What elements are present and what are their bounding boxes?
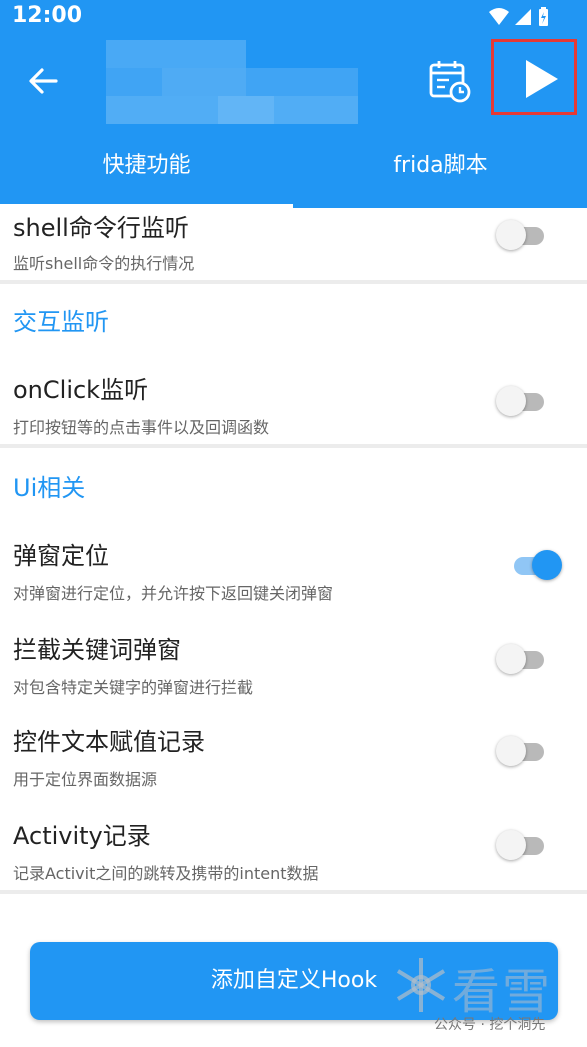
item-title: Activity记录 bbox=[13, 822, 151, 850]
block-keyword-toggle[interactable] bbox=[496, 642, 548, 676]
item-subtitle: 打印按钮等的点击事件以及回调函数 bbox=[13, 418, 270, 437]
calendar-clock-button[interactable] bbox=[427, 58, 473, 104]
item-subtitle: 用于定位界面数据源 bbox=[13, 770, 158, 789]
status-icons bbox=[487, 6, 549, 32]
list-item-onclick[interactable]: onClick监听 打印按钮等的点击事件以及回调函数 bbox=[0, 370, 587, 442]
item-title: 弹窗定位 bbox=[13, 542, 109, 570]
arrow-back-icon bbox=[29, 68, 58, 94]
item-subtitle: 对弹窗进行定位，并允许按下返回键关闭弹窗 bbox=[13, 584, 334, 603]
play-button-highlight[interactable] bbox=[491, 39, 577, 115]
onclick-toggle[interactable] bbox=[496, 384, 548, 418]
status-time: 12:00 bbox=[12, 3, 83, 28]
wifi-signal-battery-icon bbox=[489, 7, 548, 26]
list-item-activity[interactable]: Activity记录 记录Activit之间的跳转及携带的intent数据 bbox=[0, 816, 587, 888]
list-item-block-keyword[interactable]: 拦截关键词弹窗 对包含特定关键字的弹窗进行拦截 bbox=[0, 630, 587, 702]
section-interaction: 交互监听 bbox=[13, 308, 109, 336]
list-item-shell[interactable]: shell命令行监听 监听shell命令的执行情况 bbox=[0, 208, 587, 280]
snowflake-icon bbox=[396, 958, 446, 1012]
app-title-redacted bbox=[106, 40, 358, 124]
divider bbox=[0, 444, 587, 448]
item-title: shell命令行监听 bbox=[13, 214, 189, 242]
item-title: 控件文本赋值记录 bbox=[13, 728, 205, 756]
item-title: onClick监听 bbox=[13, 376, 149, 404]
back-button[interactable] bbox=[26, 64, 60, 98]
app-bar bbox=[0, 32, 587, 132]
item-subtitle: 记录Activit之间的跳转及携带的intent数据 bbox=[13, 864, 319, 883]
item-subtitle: 监听shell命令的执行情况 bbox=[13, 254, 195, 273]
text-record-toggle[interactable] bbox=[496, 734, 548, 768]
tab-bar: 快捷功能 frida脚本 bbox=[0, 132, 587, 208]
section-ui: Ui相关 bbox=[13, 474, 86, 502]
item-subtitle: 对包含特定关键字的弹窗进行拦截 bbox=[13, 678, 254, 697]
status-bar: 12:00 bbox=[0, 0, 587, 32]
divider bbox=[0, 280, 587, 284]
divider bbox=[0, 890, 587, 894]
list-item-text-record[interactable]: 控件文本赋值记录 用于定位界面数据源 bbox=[0, 722, 587, 794]
item-title: 拦截关键词弹窗 bbox=[13, 636, 181, 664]
play-icon bbox=[526, 60, 558, 98]
shell-toggle[interactable] bbox=[496, 218, 548, 252]
watermark: 看雪 公众号 · 挖个洞先 bbox=[390, 952, 580, 1042]
tab-frida-scripts[interactable]: frida脚本 bbox=[294, 132, 587, 208]
watermark-subtext: 公众号 · 挖个洞先 bbox=[434, 1017, 546, 1033]
tab-shortcuts[interactable]: 快捷功能 bbox=[0, 132, 293, 208]
calendar-clock-icon bbox=[429, 61, 471, 103]
list-item-dialog-position[interactable]: 弹窗定位 对弹窗进行定位，并允许按下返回键关闭弹窗 bbox=[0, 536, 587, 608]
activity-toggle[interactable] bbox=[496, 828, 548, 862]
dialog-position-toggle[interactable] bbox=[510, 548, 562, 582]
watermark-text: 看雪 bbox=[452, 964, 553, 1020]
